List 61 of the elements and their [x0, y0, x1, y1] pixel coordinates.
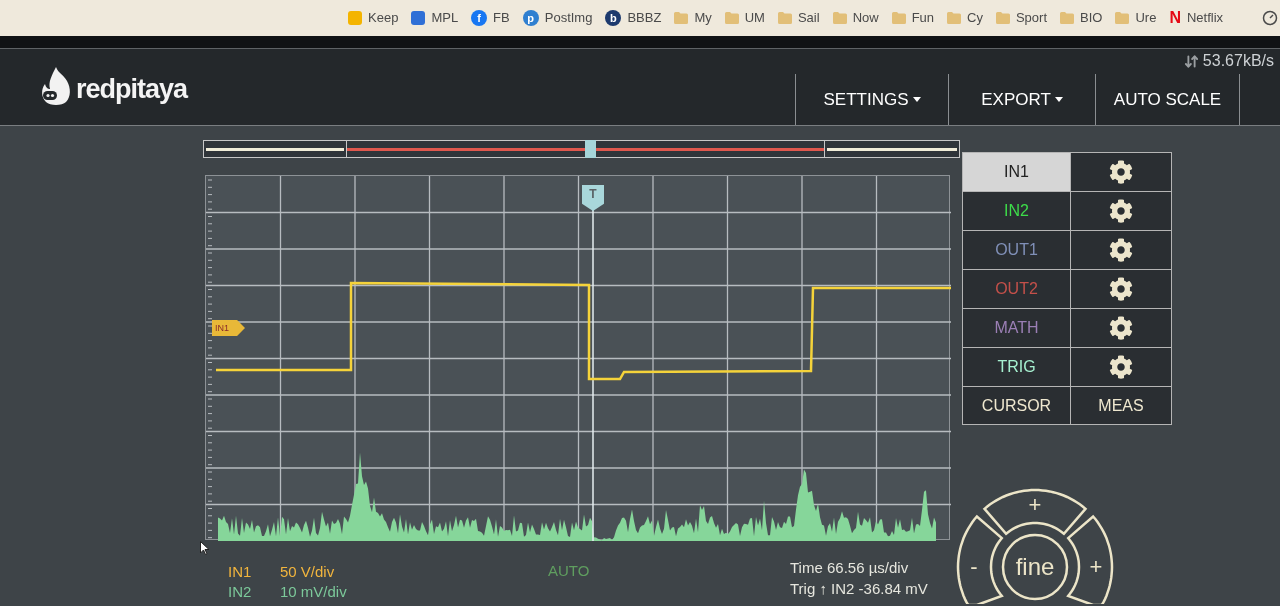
settings-icon — [1109, 160, 1133, 184]
bookmark-link[interactable]: b BBBZ — [605, 8, 662, 28]
mouse-pointer-icon — [200, 541, 210, 555]
channel-tab[interactable]: IN2 — [963, 192, 1071, 231]
logo-wordmark: redpitaya — [76, 73, 188, 107]
settings-icon — [1109, 199, 1133, 223]
bookmark-link[interactable]: Cy — [947, 8, 983, 28]
folder-icon — [891, 12, 906, 24]
folder-icon — [832, 12, 847, 24]
settings-icon — [1109, 277, 1133, 301]
site-logo: f — [471, 10, 488, 26]
site-logo: N — [1169, 10, 1181, 26]
volts-per-division: 50 V/div — [280, 561, 335, 582]
bookmark-link[interactable]: Now — [832, 8, 879, 28]
settings-icon — [1109, 238, 1133, 262]
folder-icon — [1060, 12, 1075, 24]
channel-offset-marker[interactable]: IN1 — [212, 320, 245, 336]
buffer-navigator[interactable] — [203, 140, 960, 158]
channel-tab[interactable]: OUT1 — [963, 231, 1071, 270]
site-logo: b — [605, 10, 622, 26]
channel-name: IN2 — [228, 581, 253, 602]
trigger-readout: Trig ↑ IN2 -36.84 mV — [790, 579, 928, 599]
up-down-arrows-icon — [1183, 53, 1199, 69]
minus-button[interactable]: - — [956, 514, 1004, 604]
bookmark-link[interactable]: Keep — [348, 8, 399, 28]
channel-tab[interactable]: IN1 — [963, 153, 1071, 192]
folder-icon — [777, 12, 792, 24]
bookmark-link[interactable]: Ure — [1115, 8, 1157, 28]
channel-tab[interactable]: TRIG — [963, 348, 1071, 387]
bookmark-link[interactable]: f FB — [471, 8, 510, 28]
settings-icon — [1109, 316, 1133, 340]
trigger-marker[interactable]: T — [582, 185, 604, 211]
bookmark-link[interactable]: BIO — [1060, 8, 1103, 28]
gauge-icon[interactable] — [1262, 10, 1278, 26]
trigger-position-marker[interactable] — [585, 140, 596, 158]
folder-icon — [1115, 12, 1130, 24]
channel-name: IN1 — [228, 561, 253, 582]
bookmark-link[interactable]: N Netflix — [1169, 8, 1224, 28]
bookmark-link[interactable]: Fun — [891, 8, 935, 28]
bookmark-link[interactable]: Sail — [777, 8, 820, 28]
plus-button[interactable]: + — [982, 488, 1088, 536]
settings-icon — [1109, 355, 1133, 379]
menu-button[interactable]: AUTO SCALE — [1095, 74, 1240, 125]
folder-icon — [995, 12, 1010, 24]
trigger-mode: AUTO — [548, 562, 590, 579]
folder-icon — [947, 12, 962, 24]
bookmark-link[interactable]: MPL — [411, 8, 459, 28]
bookmark-link[interactable]: p PostImg — [522, 8, 593, 28]
plus-button[interactable]: + — [1066, 514, 1114, 604]
bookmark-link[interactable]: My — [674, 8, 712, 28]
site-logo: p — [522, 10, 539, 26]
volts-per-division: 10 mV/div — [280, 581, 347, 602]
flame-logo-icon — [40, 66, 72, 107]
bookmark-link[interactable]: UM — [724, 8, 765, 28]
time-per-division: Time 66.56 µs/div — [790, 558, 910, 578]
transfer-speed: 53.67kB/s — [1202, 51, 1274, 71]
channel-tab[interactable]: MATH — [963, 309, 1071, 348]
folder-icon — [674, 12, 689, 24]
fine-button[interactable]: fine — [1001, 533, 1069, 601]
bookmark-link[interactable]: Sport — [995, 8, 1048, 28]
folder-icon — [724, 12, 739, 24]
